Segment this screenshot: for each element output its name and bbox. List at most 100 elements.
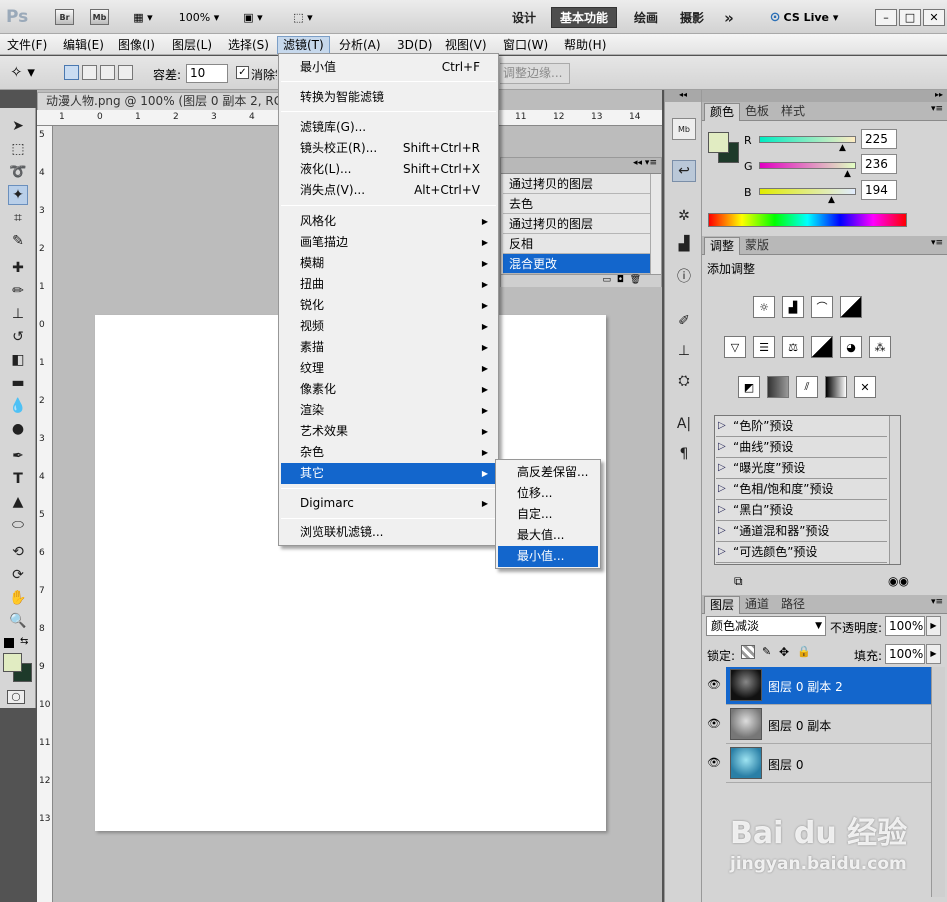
color-panel-menu-icon[interactable]: ▾≡: [931, 104, 943, 114]
lock-position-icon[interactable]: ✥: [779, 645, 789, 659]
last-filter-item[interactable]: 最小值 Ctrl+F: [281, 57, 496, 78]
close-button[interactable]: ✕: [923, 9, 945, 26]
maximize-button[interactable]: □: [899, 9, 921, 26]
menu-filter[interactable]: 滤镜(T): [277, 36, 330, 54]
submenu-sharpen[interactable]: 锐化 ▶: [281, 295, 496, 316]
arrange-documents-button[interactable]: ▣ ▾: [236, 9, 270, 26]
tab-paths[interactable]: 路径: [776, 596, 810, 614]
view-extras-button[interactable]: ▦ ▾: [126, 9, 160, 26]
maximum-item[interactable]: 最大值...: [498, 525, 598, 546]
minimum-item[interactable]: 最小值...: [498, 546, 598, 567]
tab-adjustments[interactable]: 调整: [704, 237, 741, 255]
color-panel-foreground-swatch[interactable]: [708, 132, 729, 153]
submenu-brush-strokes[interactable]: 画笔描边 ▶: [281, 232, 496, 253]
workspace-essentials[interactable]: 基本功能: [551, 7, 617, 28]
submenu-distort[interactable]: 扭曲 ▶: [281, 274, 496, 295]
workspace-photography[interactable]: 摄影: [672, 7, 712, 28]
lock-pixels-icon[interactable]: ✎: [762, 645, 771, 658]
screen-mode-button[interactable]: ⬚ ▾: [286, 9, 320, 26]
history-item[interactable]: 通过拷贝的图层: [503, 214, 650, 234]
layer-row[interactable]: 图层 0: [726, 745, 931, 783]
mini-bridge-button[interactable]: Mb: [90, 9, 109, 25]
history-brush-tool-icon[interactable]: ↺: [8, 327, 28, 347]
eyedropper-tool-icon[interactable]: ✎: [8, 231, 28, 251]
lock-transparency-icon[interactable]: [741, 645, 755, 659]
fill-input[interactable]: 100%: [885, 644, 925, 664]
channel-mixer-icon[interactable]: ⁂: [869, 336, 891, 358]
curves-icon[interactable]: ⌒: [811, 296, 833, 318]
foreground-color-swatch[interactable]: [3, 653, 22, 672]
photo-filter-icon[interactable]: ◕: [840, 336, 862, 358]
browse-filters-online-item[interactable]: 浏览联机滤镜...: [281, 522, 496, 543]
menu-window[interactable]: 窗口(W): [498, 36, 553, 54]
brush-presets-panel-icon[interactable]: ✐: [672, 310, 696, 332]
selective-color-icon[interactable]: ✕: [854, 376, 876, 398]
preset-item[interactable]: “可选颜色”预设: [716, 542, 887, 563]
blue-slider[interactable]: [759, 188, 856, 195]
subtract-selection-icon[interactable]: [100, 65, 115, 80]
green-slider-handle[interactable]: ▲: [844, 169, 851, 179]
fill-arrow-button[interactable]: ▶: [926, 644, 941, 664]
magic-wand-preset-icon[interactable]: ✧ ▾: [10, 63, 46, 83]
path-selection-tool-icon[interactable]: ▲: [8, 492, 28, 512]
history-item[interactable]: 去色: [503, 194, 650, 214]
history-scrollbar[interactable]: [650, 174, 661, 274]
menu-select[interactable]: 选择(S): [223, 36, 274, 54]
submenu-pixelate[interactable]: 像素化 ▶: [281, 379, 496, 400]
submenu-blur[interactable]: 模糊 ▶: [281, 253, 496, 274]
magic-wand-tool-icon[interactable]: ✦: [8, 185, 28, 205]
menu-view[interactable]: 视图(V): [440, 36, 492, 54]
workspace-design[interactable]: 设计: [504, 7, 544, 28]
clone-source-panel-icon[interactable]: ⊥: [672, 340, 696, 362]
submenu-other[interactable]: 其它 ▶: [281, 463, 496, 484]
histogram-panel-icon[interactable]: ▟: [672, 233, 696, 255]
black-white-icon[interactable]: [811, 336, 833, 358]
zoom-level-dropdown[interactable]: 100% ▾: [172, 9, 226, 26]
submenu-digimarc[interactable]: Digimarc ▶: [281, 493, 496, 514]
offset-item[interactable]: 位移...: [498, 483, 598, 504]
menu-3d[interactable]: 3D(D): [392, 36, 437, 54]
navigator-panel-icon[interactable]: ✲: [672, 205, 696, 227]
workspace-painting[interactable]: 绘画: [626, 7, 666, 28]
preset-item[interactable]: “曲线”预设: [716, 437, 887, 458]
layer-visibility-eye-icon[interactable]: 👁: [706, 678, 722, 694]
layer-row[interactable]: 图层 0 副本 2: [726, 667, 931, 705]
preset-item[interactable]: “色相/饱和度”预设: [716, 479, 887, 500]
levels-icon[interactable]: ▟: [782, 296, 804, 318]
preset-item[interactable]: “色阶”预设: [716, 416, 887, 437]
character-panel-icon[interactable]: A|: [672, 413, 696, 435]
antialias-checkbox[interactable]: ✓: [236, 66, 249, 79]
eraser-tool-icon[interactable]: ◧: [8, 350, 28, 370]
red-value[interactable]: 225: [861, 129, 897, 149]
preset-item[interactable]: “曝光度”预设: [716, 458, 887, 479]
tab-layers[interactable]: 图层: [704, 596, 741, 614]
submenu-texture[interactable]: 纹理 ▶: [281, 358, 496, 379]
hand-tool-icon[interactable]: ✋: [8, 588, 28, 608]
lens-correction-item[interactable]: 镜头校正(R)... Shift+Ctrl+R: [281, 138, 496, 159]
shape-tool-icon[interactable]: ⬭: [8, 515, 28, 535]
filter-gallery-item[interactable]: 滤镜库(G)...: [281, 117, 496, 138]
mini-bridge-panel-icon[interactable]: Mb: [672, 118, 696, 140]
threshold-icon[interactable]: ⫽: [796, 376, 818, 398]
opacity-input[interactable]: 100%: [885, 616, 925, 636]
menu-file[interactable]: 文件(F): [2, 36, 52, 54]
refine-edge-button[interactable]: 调整边缘...: [500, 63, 570, 84]
layer-visibility-eye-icon[interactable]: 👁: [706, 717, 722, 733]
blue-value[interactable]: 194: [861, 180, 897, 200]
tool-presets-panel-icon[interactable]: ⛭: [672, 370, 696, 392]
document-tab[interactable]: 动漫人物.png @ 100% (图层 0 副本 2, RGB/8): [37, 92, 297, 110]
hue-saturation-icon[interactable]: ☰: [753, 336, 775, 358]
tab-channels[interactable]: 通道: [740, 596, 774, 614]
green-slider[interactable]: [759, 162, 856, 169]
add-selection-icon[interactable]: [82, 65, 97, 80]
pen-tool-icon[interactable]: ✒: [8, 446, 28, 466]
submenu-video[interactable]: 视频 ▶: [281, 316, 496, 337]
3d-orbit-tool-icon[interactable]: ⟳: [8, 565, 28, 585]
submenu-sketch[interactable]: 素描 ▶: [281, 337, 496, 358]
convert-smart-filters-item[interactable]: 转换为智能滤镜: [281, 87, 496, 108]
menu-analysis[interactable]: 分析(A): [334, 36, 386, 54]
color-spectrum-ramp[interactable]: [708, 213, 907, 227]
marquee-tool-icon[interactable]: ⬚: [8, 139, 28, 159]
red-slider[interactable]: [759, 136, 856, 143]
brush-tool-icon[interactable]: ✏: [8, 281, 28, 301]
